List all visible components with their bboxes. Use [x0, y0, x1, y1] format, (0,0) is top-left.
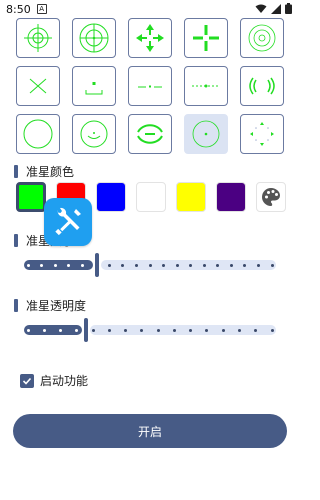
enable-checkbox-label: 启动功能 — [40, 374, 89, 388]
opacity-slider[interactable] — [24, 318, 276, 342]
wrench-screwdriver-icon — [55, 207, 81, 236]
crosshair-dashed-line-icon — [192, 84, 220, 88]
crosshair-triangle-dots-icon — [250, 122, 274, 146]
palette-icon — [262, 188, 280, 206]
status-icons — [255, 3, 292, 14]
swatch-yellow[interactable] — [176, 182, 206, 212]
opacity-slider-active-track — [24, 325, 82, 335]
section-bar — [14, 299, 18, 312]
tool-overlay-button[interactable] — [44, 198, 92, 246]
crosshair-arrows-icon — [136, 24, 164, 52]
swatch-purple[interactable] — [216, 182, 246, 212]
slider-tick — [202, 264, 206, 267]
swatch-green[interactable] — [16, 182, 46, 212]
slider-tick — [270, 329, 274, 332]
crosshair-tile[interactable] — [240, 66, 284, 106]
enable-checkbox[interactable] — [20, 373, 34, 388]
crosshair-double-circle-icon — [79, 23, 109, 53]
crosshair-split-ellipse-icon — [137, 124, 163, 144]
crosshair-target-rings-icon — [248, 24, 276, 52]
crosshair-line-dot-icon — [138, 85, 162, 88]
crosshair-tile[interactable] — [128, 18, 172, 58]
slider-tick — [175, 264, 179, 267]
crosshair-circle-arc-icon — [80, 120, 108, 148]
start-button[interactable]: 开启 — [13, 414, 287, 448]
crosshair-tile[interactable] — [128, 114, 172, 154]
slider-tick — [237, 329, 241, 332]
crosshair-bracket-dot-icon — [85, 82, 103, 95]
crosshair-tile[interactable] — [184, 114, 228, 154]
crosshair-tile[interactable] — [128, 66, 172, 106]
slider-tick — [270, 264, 274, 267]
crosshair-tile[interactable] — [16, 18, 60, 58]
crosshair-tile[interactable] — [184, 18, 228, 58]
crosshair-tile[interactable] — [240, 114, 284, 154]
crosshair-circle-cross-icon — [24, 24, 52, 52]
status-bar: 8:50 A — [0, 0, 300, 18]
opacity-section-title: 准星透明度 — [14, 297, 86, 314]
color-title-text: 准星颜色 — [26, 165, 75, 179]
crosshair-tile[interactable] — [16, 66, 60, 106]
crosshair-side-arcs-icon — [249, 77, 275, 95]
crosshair-tile[interactable] — [16, 114, 60, 154]
slider-tick — [91, 329, 95, 332]
checkmark-icon — [22, 377, 32, 385]
slider-tick — [107, 264, 111, 267]
crosshair-tile[interactable] — [184, 66, 228, 106]
crosshair-plain-circle-icon — [23, 119, 53, 149]
status-time: 8:50 — [6, 2, 31, 16]
size-slider-thumb[interactable] — [95, 253, 99, 277]
crosshair-tile[interactable] — [72, 66, 116, 106]
slider-tick — [221, 329, 225, 332]
slider-tick — [148, 264, 152, 267]
slider-tick — [107, 329, 111, 332]
crosshair-x-icon — [29, 78, 47, 94]
section-bar — [14, 165, 18, 178]
battery-icon — [285, 3, 292, 14]
slider-tick — [134, 264, 138, 267]
opacity-title-text: 准星透明度 — [26, 299, 87, 313]
slider-tick — [256, 264, 260, 267]
slider-tick — [156, 329, 160, 332]
crosshair-grid — [16, 18, 284, 154]
start-button-label: 开启 — [137, 424, 162, 439]
color-section-title: 准星颜色 — [14, 163, 74, 180]
slider-tick — [80, 264, 84, 267]
swatch-blue[interactable] — [96, 182, 126, 212]
slider-tick — [229, 264, 233, 267]
slider-tick — [26, 329, 30, 332]
opacity-slider-rest-track — [90, 325, 276, 335]
palette-button[interactable] — [256, 182, 286, 212]
slider-tick — [26, 264, 30, 267]
size-slider[interactable] — [24, 253, 276, 277]
opacity-slider-thumb[interactable] — [84, 318, 88, 342]
wifi-icon — [255, 4, 267, 13]
crosshair-tile[interactable] — [72, 114, 116, 154]
slider-tick — [53, 264, 57, 267]
crosshair-tile[interactable] — [72, 18, 116, 58]
crosshair-plus-gap-icon — [193, 25, 219, 51]
swatch-white[interactable] — [136, 182, 166, 212]
crosshair-tile[interactable] — [240, 18, 284, 58]
crosshair-dot-circle-icon — [192, 120, 220, 148]
slider-tick — [172, 329, 176, 332]
enable-feature-row[interactable]: 启动功能 — [20, 372, 88, 389]
section-bar — [14, 234, 18, 247]
status-indicator: A — [36, 4, 47, 14]
slider-tick — [42, 329, 46, 332]
signal-icon — [271, 3, 281, 14]
